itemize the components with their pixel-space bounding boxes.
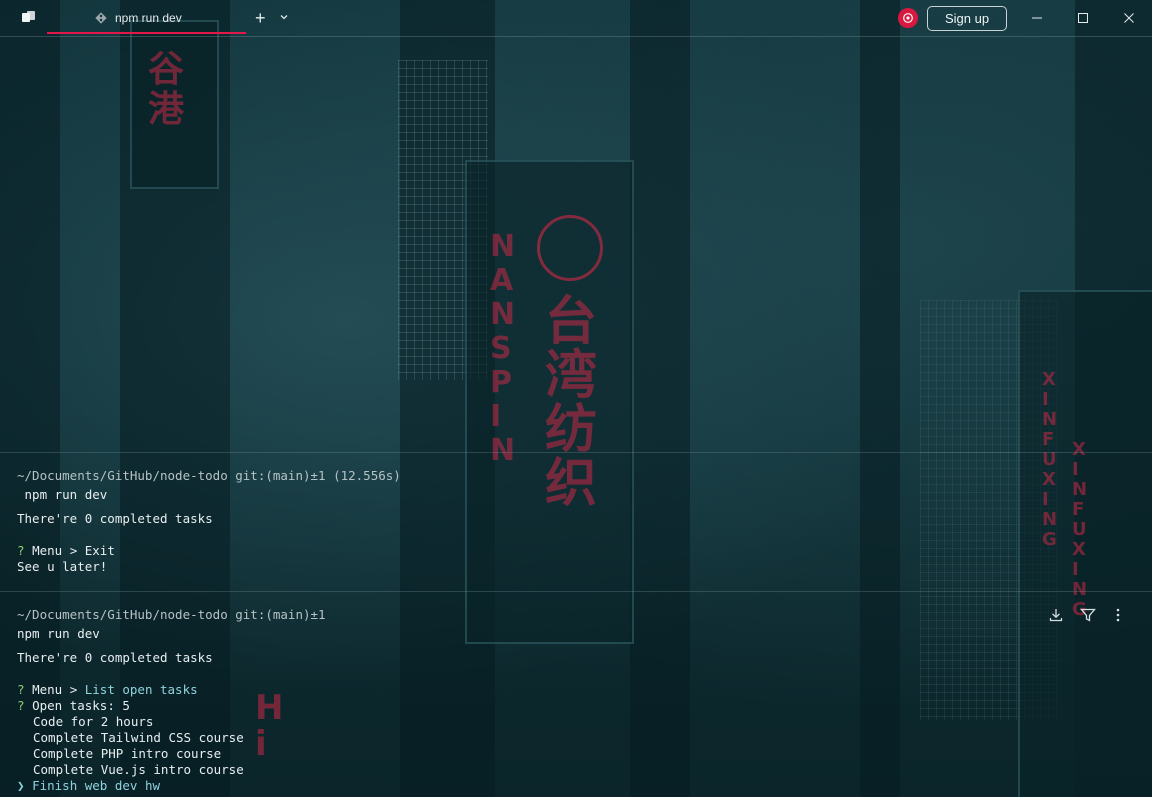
maximize-button[interactable] bbox=[1073, 8, 1093, 28]
prompt-mark: ? bbox=[17, 698, 25, 713]
tab-npm-run-dev[interactable]: npm run dev bbox=[47, 0, 247, 35]
task-option[interactable]: Complete PHP intro course bbox=[33, 746, 221, 762]
open-tasks-count: 5 bbox=[122, 698, 130, 713]
sign-up-button[interactable]: Sign up bbox=[927, 6, 1007, 31]
menu-line: ? Menu > Exit bbox=[17, 543, 115, 559]
task-option[interactable]: Complete Vue.js intro course bbox=[33, 762, 244, 778]
sign-up-label: Sign up bbox=[944, 11, 990, 26]
block-separator bbox=[0, 452, 1152, 453]
new-tab-button[interactable]: + bbox=[255, 9, 266, 27]
warp-app-icon[interactable] bbox=[22, 11, 36, 23]
more-options-button[interactable] bbox=[1109, 606, 1127, 624]
output-line: There're 0 completed tasks bbox=[17, 511, 213, 526]
git-icon bbox=[95, 11, 107, 24]
output-line: There're 0 completed tasks bbox=[17, 650, 213, 665]
prompt-mark: ? bbox=[17, 543, 25, 558]
block-path-line: ~/Documents/GitHub/node-todo git:(main)±… bbox=[17, 607, 326, 622]
menu-line: ? Menu > List open tasks bbox=[17, 682, 198, 698]
chevron-down-icon[interactable] bbox=[279, 12, 289, 22]
menu-choice: List open tasks bbox=[84, 682, 198, 697]
filter-icon bbox=[1080, 608, 1096, 622]
more-vertical-icon bbox=[1116, 608, 1120, 622]
prompt-mark: ? bbox=[17, 682, 25, 697]
download-icon bbox=[1049, 609, 1063, 622]
active-tab-indicator bbox=[47, 32, 246, 34]
selection-marker: ❯ bbox=[17, 778, 25, 793]
wallpaper-background: 台湾纺织 NANSPIN 谷港 XINFUXING XINFUXING Hi bbox=[0, 0, 1152, 797]
block-path-line: ~/Documents/GitHub/node-todo git:(main)±… bbox=[17, 468, 401, 483]
task-option[interactable]: Complete Tailwind CSS course bbox=[33, 730, 244, 746]
plus-icon: + bbox=[255, 8, 266, 28]
close-icon bbox=[1124, 13, 1134, 23]
task-option[interactable]: Code for 2 hours bbox=[33, 714, 153, 730]
output-line: See u later! bbox=[17, 559, 108, 574]
menu-choice: Exit bbox=[84, 543, 115, 558]
selected-task-option[interactable]: ❯ Finish web dev hw bbox=[17, 778, 160, 794]
block-separator bbox=[0, 591, 1152, 592]
menu-prefix: Menu > bbox=[32, 682, 85, 697]
minimize-icon bbox=[1032, 17, 1042, 19]
title-bar: npm run dev + Sign up bbox=[0, 0, 1152, 37]
close-button[interactable] bbox=[1119, 8, 1139, 28]
selected-task-label: Finish web dev hw bbox=[32, 778, 160, 793]
block-command: npm run dev bbox=[17, 487, 108, 502]
tab-title: npm run dev bbox=[115, 10, 182, 25]
warp-logo-icon[interactable] bbox=[898, 8, 918, 28]
block-command: npm run dev bbox=[17, 626, 100, 641]
menu-prefix: Menu > bbox=[32, 543, 85, 558]
minimize-button[interactable] bbox=[1027, 8, 1047, 28]
open-tasks-line: ? Open tasks: 5 bbox=[17, 698, 130, 714]
open-tasks-prefix: Open tasks: bbox=[32, 698, 123, 713]
download-button[interactable] bbox=[1047, 606, 1065, 624]
maximize-icon bbox=[1078, 13, 1088, 23]
filter-button[interactable] bbox=[1079, 606, 1097, 624]
